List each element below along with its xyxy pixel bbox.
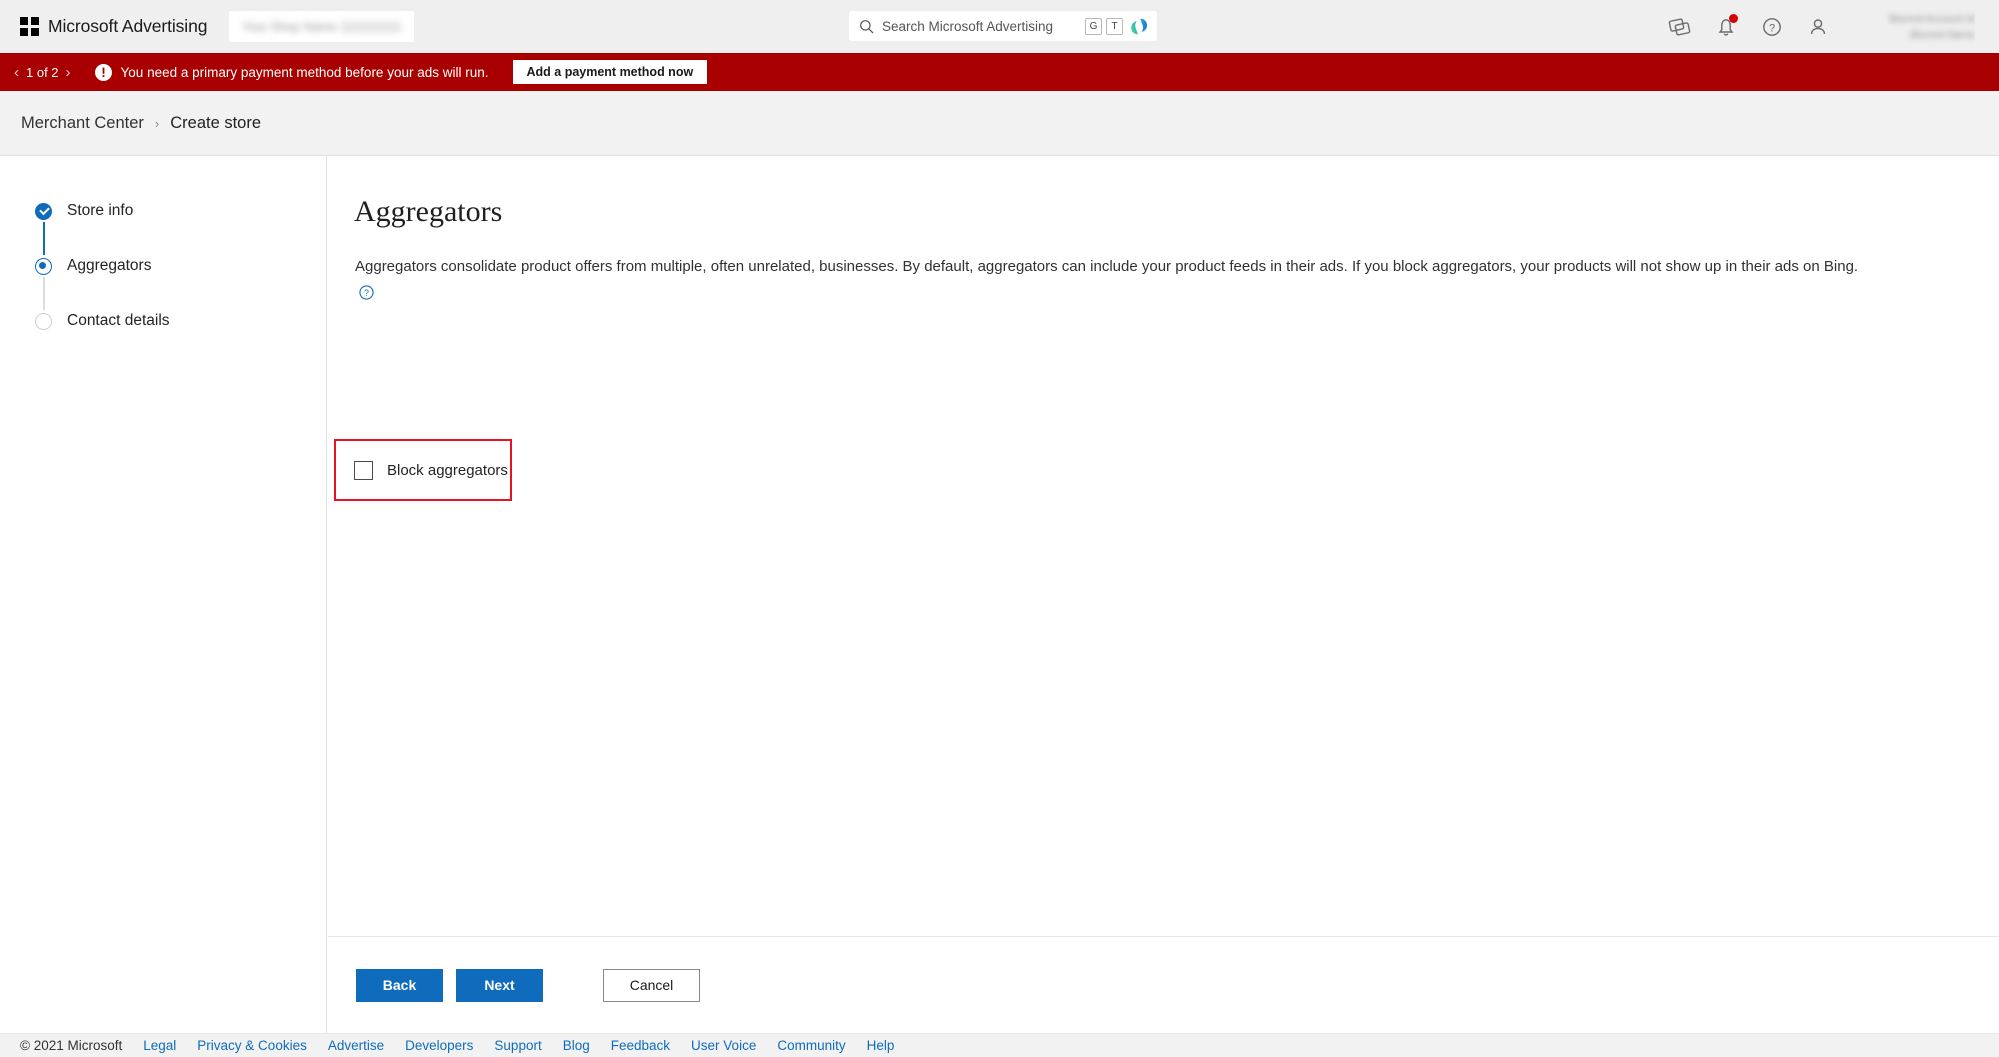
next-button[interactable]: Next	[456, 968, 543, 1002]
step-current-radio-icon	[35, 257, 52, 275]
top-bar-right-actions: ? Blurred Account Id Blurred Name	[1647, 0, 1999, 53]
account-info-line-2: Blurred Name	[1910, 28, 1975, 41]
search-shortcut-badge-g: G	[1085, 17, 1102, 35]
wizard-sidebar: Store info Aggregators Contact details	[0, 156, 327, 1033]
account-info-line-1: Blurred Account Id	[1889, 12, 1975, 25]
main-content-panel: Aggregators Aggregators consolidate prod…	[328, 156, 1999, 935]
alert-exclamation-icon	[94, 63, 112, 81]
copilot-icon[interactable]	[1130, 17, 1149, 36]
account-selector-value: Your Shop Name 1111111111	[242, 19, 402, 34]
page-title: Aggregators	[354, 195, 503, 228]
global-search-box[interactable]: Search Microsoft Advertising G T	[849, 11, 1157, 41]
footer-link-support[interactable]: Support	[494, 1038, 541, 1053]
footer-link-help[interactable]: Help	[867, 1038, 895, 1053]
footer-link-developers[interactable]: Developers	[405, 1038, 473, 1053]
wizard-step-contact-details[interactable]: Contact details	[35, 310, 326, 332]
help-circle-icon[interactable]: ?	[359, 285, 374, 300]
step-connector-2	[43, 277, 45, 310]
chevron-right-icon: ›	[154, 115, 160, 131]
wizard-step-label: Aggregators	[67, 257, 152, 274]
wizard-action-bar: Back Next Cancel	[328, 936, 1999, 1033]
back-button[interactable]: Back	[356, 968, 443, 1002]
footer-link-privacy-cookies[interactable]: Privacy & Cookies	[197, 1038, 307, 1053]
footer-link-user-voice[interactable]: User Voice	[691, 1038, 756, 1053]
alert-pager-count: 1 of 2	[26, 64, 59, 80]
wizard-step-aggregators[interactable]: Aggregators	[35, 255, 326, 277]
alert-message: You need a primary payment method before…	[120, 64, 489, 80]
microsoft-advertising-logo[interactable]: Microsoft Advertising	[20, 16, 207, 37]
top-navigation-bar: Microsoft Advertising Your Shop Name 111…	[0, 0, 1999, 53]
add-payment-method-button[interactable]: Add a payment method now	[512, 60, 708, 84]
step-connector-1	[43, 222, 45, 255]
alert-prev-icon[interactable]: ‹	[14, 65, 19, 80]
breadcrumb-item-create-store: Create store	[170, 113, 262, 132]
wizard-step-label: Contact details	[67, 312, 170, 329]
payment-alert-banner: ‹ 1 of 2 › You need a primary payment me…	[0, 53, 1999, 91]
account-selector-field[interactable]: Your Shop Name 1111111111	[229, 11, 415, 42]
brand-label: Microsoft Advertising	[48, 16, 208, 36]
block-aggregators-checkbox[interactable]	[354, 460, 373, 480]
account-person-icon[interactable]	[1805, 14, 1831, 40]
help-circle-icon[interactable]: ?	[1759, 14, 1785, 40]
breadcrumb: Merchant Center › Create store	[0, 91, 1999, 156]
search-icon	[860, 19, 874, 33]
page-description: Aggregators consolidate product offers f…	[355, 253, 1875, 307]
footer-link-legal[interactable]: Legal	[143, 1038, 176, 1053]
svg-text:?: ?	[1769, 22, 1775, 34]
footer-link-feedback[interactable]: Feedback	[611, 1038, 670, 1053]
feedback-icon[interactable]	[1667, 14, 1693, 40]
svg-text:?: ?	[364, 288, 369, 298]
step-completed-check-icon	[35, 202, 52, 220]
alert-pager: ‹ 1 of 2 ›	[14, 65, 71, 80]
footer-link-advertise[interactable]: Advertise	[328, 1038, 384, 1053]
block-aggregators-highlight-box: Block aggregators	[334, 439, 512, 501]
notification-badge-dot	[1729, 13, 1738, 23]
wizard-step-list: Store info Aggregators Contact details	[35, 200, 326, 332]
microsoft-squares-icon	[20, 17, 39, 36]
wizard-step-label: Store info	[67, 202, 134, 219]
footer-link-community[interactable]: Community	[777, 1038, 845, 1053]
search-shortcut-badge-t: T	[1106, 17, 1123, 35]
wizard-step-store-info[interactable]: Store info	[35, 200, 326, 222]
block-aggregators-label: Block aggregators	[387, 461, 508, 479]
step-pending-circle-icon	[35, 312, 52, 330]
footer-link-blog[interactable]: Blog	[563, 1038, 590, 1053]
block-aggregators-checkbox-row[interactable]: Block aggregators	[354, 460, 508, 480]
alert-next-icon[interactable]: ›	[66, 65, 71, 80]
page-footer: © 2021 Microsoft Legal Privacy & Cookies…	[0, 1033, 1999, 1057]
notifications-bell-icon[interactable]	[1713, 13, 1739, 40]
cancel-button[interactable]: Cancel	[603, 968, 700, 1002]
page-description-text: Aggregators consolidate product offers f…	[355, 258, 1859, 275]
search-input[interactable]: Search Microsoft Advertising	[882, 19, 1081, 34]
copyright-text: © 2021 Microsoft	[20, 1038, 123, 1053]
account-info-blurred[interactable]: Blurred Account Id Blurred Name	[1853, 10, 1975, 44]
breadcrumb-item-merchant-center[interactable]: Merchant Center	[21, 114, 144, 133]
